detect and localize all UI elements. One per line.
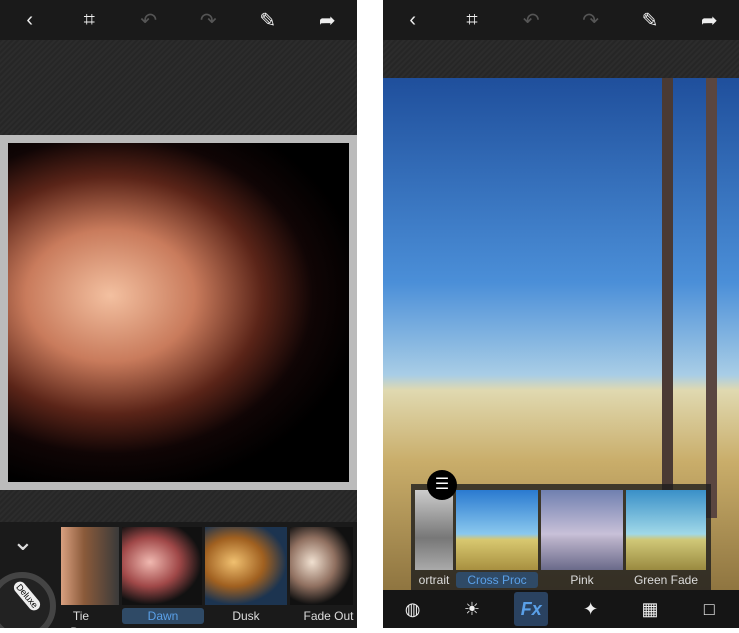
- canvas-background: [0, 40, 357, 135]
- filter-label[interactable]: Dusk: [205, 608, 287, 624]
- photo-portrait: [0, 135, 357, 490]
- back-icon[interactable]: ‹: [15, 9, 45, 32]
- filter-thumb-tie-dye[interactable]: [61, 527, 119, 605]
- filter-label-selected[interactable]: Cross Proc: [456, 572, 538, 588]
- filter-label[interactable]: ortrait: [415, 572, 453, 588]
- share-icon[interactable]: ➦: [312, 8, 342, 33]
- crop-icon[interactable]: ⌗: [457, 9, 487, 32]
- filter-strip: ⌄ Deluxe Tie Dye Dawn Dusk Fade Out: [0, 522, 357, 628]
- top-toolbar: ‹ ⌗ ↶ ↷ ✎ ➦: [383, 0, 739, 40]
- filter-label[interactable]: Tie Dye: [61, 608, 101, 628]
- filter-strip: ortrait Cross Proc Pink Green Fade ☰: [411, 470, 711, 590]
- top-toolbar: ‹ ⌗ ↶ ↷ ✎ ➦: [0, 0, 357, 40]
- filter-label[interactable]: Pink: [541, 572, 623, 588]
- globe-icon[interactable]: ◍: [396, 592, 430, 626]
- redo-icon[interactable]: ↷: [193, 8, 223, 33]
- share-icon[interactable]: ➦: [694, 8, 724, 33]
- left-phone-screen: ‹ ⌗ ↶ ↷ ✎ ➦ ⌄ Deluxe Tie Dye Dawn Dusk F…: [0, 0, 357, 628]
- filter-thumb-dawn[interactable]: [122, 527, 202, 605]
- crop-icon[interactable]: ⌗: [74, 9, 104, 32]
- deluxe-label: Deluxe: [11, 579, 43, 613]
- fx-effects-button[interactable]: Fx: [514, 592, 549, 626]
- filter-label-selected[interactable]: Dawn: [122, 608, 204, 624]
- undo-icon[interactable]: ↶: [516, 8, 546, 33]
- filter-thumb-portrait[interactable]: [415, 490, 453, 570]
- back-icon[interactable]: ‹: [398, 9, 428, 32]
- redo-icon[interactable]: ↷: [576, 8, 606, 33]
- photo-beach-jump: ortrait Cross Proc Pink Green Fade ☰: [383, 78, 739, 590]
- collapse-chevron-icon[interactable]: ⌄: [12, 526, 34, 557]
- lifeguard-tower: [629, 78, 739, 518]
- filter-label[interactable]: Green Fade: [626, 572, 706, 588]
- filter-thumb-cross-proc[interactable]: [456, 490, 538, 570]
- filter-thumb-dusk[interactable]: [205, 527, 287, 605]
- filter-thumb-pink[interactable]: [541, 490, 623, 570]
- bottom-toolbar: ◍ ☀ Fx ✦ ▦ □: [383, 590, 739, 628]
- adjust-sliders-icon[interactable]: ☰: [427, 470, 457, 500]
- filter-thumb-fade-out[interactable]: [290, 527, 353, 605]
- checkerboard-icon[interactable]: ▦: [633, 592, 667, 626]
- canvas-background: [383, 40, 739, 78]
- deluxe-badge[interactable]: Deluxe: [0, 572, 56, 628]
- canvas-background-bottom: [0, 490, 357, 522]
- frame-icon[interactable]: □: [692, 592, 726, 626]
- brightness-icon[interactable]: ☀: [455, 592, 489, 626]
- undo-icon[interactable]: ↶: [134, 8, 164, 33]
- brush-icon[interactable]: ✎: [635, 8, 665, 33]
- right-phone-screen: ‹ ⌗ ↶ ↷ ✎ ➦ ortrait Cross Proc Pink Gree…: [383, 0, 739, 628]
- filter-thumb-green-fade[interactable]: [626, 490, 706, 570]
- filter-label[interactable]: Fade Out: [300, 608, 357, 624]
- brush-icon[interactable]: ✎: [253, 8, 283, 33]
- stars-icon[interactable]: ✦: [574, 592, 608, 626]
